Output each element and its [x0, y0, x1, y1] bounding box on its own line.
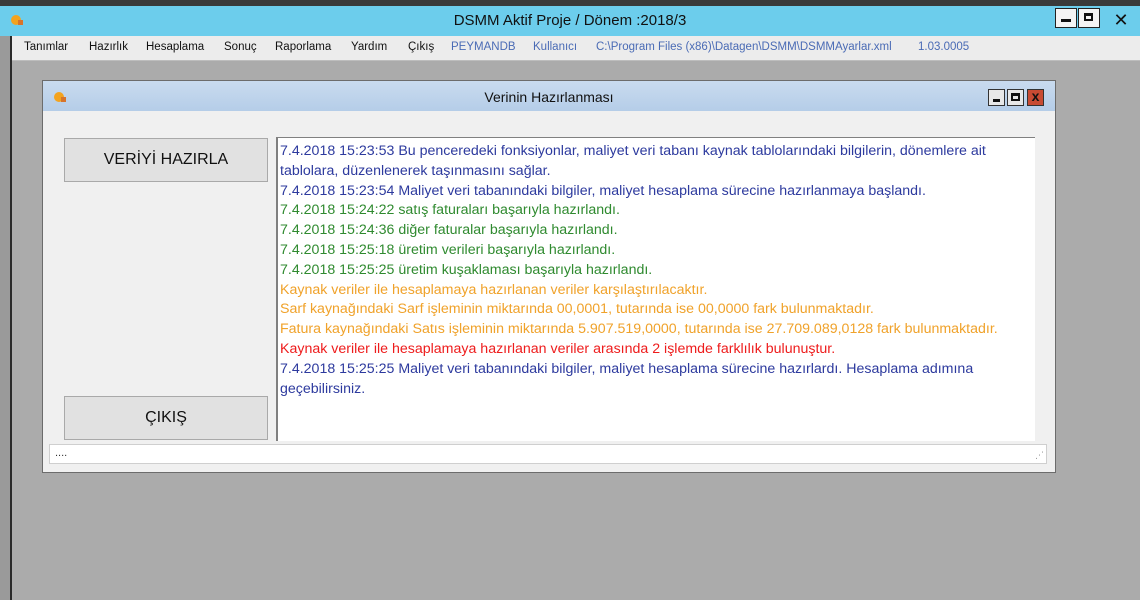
user-label: Kullanıcı [533, 41, 578, 53]
minimize-icon [993, 99, 1000, 102]
menu-raporlama[interactable]: Raporlama [275, 41, 331, 53]
exit-button[interactable]: ÇIKIŞ [64, 396, 268, 440]
version-label: 1.03.0005 [918, 41, 970, 53]
menu-hesaplama[interactable]: Hesaplama [146, 41, 204, 53]
status-bar: .... ⋰ [49, 444, 1047, 464]
minimize-icon [1061, 19, 1071, 22]
log-line: Fatura kaynağındaki Satıs işleminin mikt… [280, 321, 998, 338]
log-line: Kaynak veriler ile hesaplamaya hazırlana… [280, 340, 836, 357]
dialog-title: Verinin Hazırlanması [484, 89, 614, 105]
dialog-titlebar[interactable]: Verinin Hazırlanması x [43, 81, 1055, 111]
data-preparation-window: Verinin Hazırlanması x VERİYİ HAZIRLA ÇI… [42, 80, 1056, 473]
menu-bar: Tanımlar Hazırlık Hesaplama Sonuç Raporl… [12, 36, 1140, 61]
log-line: 7.4.2018 15:23:53 Bu penceredeki fonksiy… [280, 143, 986, 179]
database-name: PEYMANDB [451, 41, 516, 53]
maximize-icon [1011, 93, 1020, 101]
prepare-data-button[interactable]: VERİYİ HAZIRLA [64, 138, 268, 182]
menu-sonuc[interactable]: Sonuç [224, 41, 257, 53]
log-line: Sarf kaynağındaki Sarf işleminin miktarı… [280, 301, 874, 318]
log-line: Kaynak veriler ile hesaplamaya hazırlana… [280, 281, 708, 298]
minimize-button[interactable] [1055, 8, 1077, 28]
log-textbox[interactable]: 7.4.2018 15:23:53 Bu penceredeki fonksiy… [276, 137, 1035, 441]
maximize-button[interactable] [1078, 8, 1100, 28]
resize-grip-icon[interactable]: ⋰ [1035, 450, 1044, 461]
log-line: 7.4.2018 15:25:25 Maliyet veri tabanında… [280, 360, 974, 397]
dialog-minimize-button[interactable] [988, 89, 1005, 106]
log-line: 7.4.2018 15:25:18 üretim verileri başarı… [280, 241, 616, 258]
menu-tanimlar[interactable]: Tanımlar [24, 41, 68, 53]
menu-hazirlik[interactable]: Hazırlık [89, 41, 128, 53]
dialog-maximize-button[interactable] [1007, 89, 1024, 106]
log-line: 7.4.2018 15:25:25 üretim kuşaklaması baş… [280, 261, 653, 278]
close-icon: ✕ [1113, 10, 1129, 30]
menu-yardim[interactable]: Yardım [351, 41, 387, 53]
menu-cikis[interactable]: Çıkış [408, 41, 434, 53]
log-line: 7.4.2018 15:24:36 diğer faturalar başarı… [280, 222, 618, 239]
close-button[interactable]: ✕ [1102, 10, 1140, 32]
window-title: DSMM Aktif Proje / Dönem :2018/3 [453, 12, 687, 29]
mdi-left-edge [0, 36, 12, 600]
settings-path: C:\Program Files (x86)\Datagen\DSMM\DSMM… [596, 41, 892, 53]
log-line: 7.4.2018 15:24:22 satış faturaları başar… [280, 202, 620, 219]
maximize-icon [1084, 13, 1093, 21]
main-titlebar[interactable]: DSMM Aktif Proje / Dönem :2018/3 ✕ [0, 6, 1140, 36]
dialog-close-button[interactable]: x [1027, 88, 1044, 106]
status-text: .... [55, 447, 68, 459]
close-icon: x [1031, 88, 1040, 104]
log-line: 7.4.2018 15:23:54 Maliyet veri tabanında… [280, 182, 926, 199]
